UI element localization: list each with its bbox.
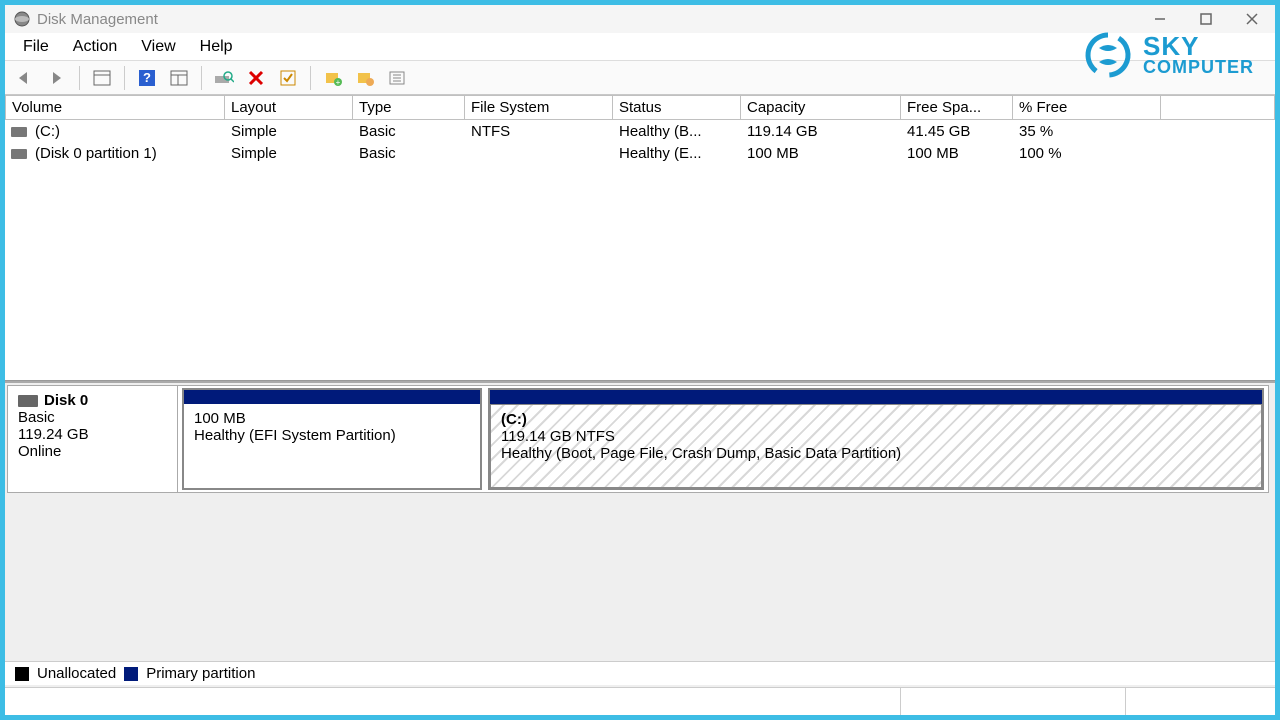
col-status[interactable]: Status xyxy=(613,95,741,120)
volume-header: Volume Layout Type File System Status Ca… xyxy=(5,95,1275,120)
drive-icon xyxy=(11,127,27,137)
volume-table: Volume Layout Type File System Status Ca… xyxy=(5,95,1275,381)
cell-type: Basic xyxy=(353,145,465,162)
disk-icon xyxy=(18,395,38,407)
menu-file[interactable]: File xyxy=(15,34,65,60)
disk-panel: Disk 0 Basic 119.24 GB Online 100 MB Hea… xyxy=(5,381,1275,715)
cell-capacity: 100 MB xyxy=(741,145,901,162)
cell-volume: (Disk 0 partition 1) xyxy=(35,145,157,162)
app-icon xyxy=(13,10,31,28)
col-empty[interactable] xyxy=(1161,95,1275,120)
col-volume[interactable]: Volume xyxy=(5,95,225,120)
close-button[interactable] xyxy=(1229,5,1275,33)
back-icon[interactable] xyxy=(11,64,39,92)
disk-row: Disk 0 Basic 119.24 GB Online 100 MB Hea… xyxy=(7,385,1269,493)
disk-label[interactable]: Disk 0 Basic 119.24 GB Online xyxy=(8,386,178,492)
disk-state: Online xyxy=(18,443,167,460)
col-filesystem[interactable]: File System xyxy=(465,95,613,120)
cell-status: Healthy (B... xyxy=(613,123,741,140)
svg-text:+: + xyxy=(336,78,341,86)
disk-size: 119.24 GB xyxy=(18,426,167,443)
disk-name: Disk 0 xyxy=(44,392,88,409)
properties-icon[interactable] xyxy=(274,64,302,92)
partition-header xyxy=(184,390,480,404)
partition-status: Healthy (Boot, Page File, Crash Dump, Ba… xyxy=(501,445,1251,462)
col-pctfree[interactable]: % Free xyxy=(1013,95,1161,120)
cell-pct: 100 % xyxy=(1013,145,1161,162)
cell-free: 41.45 GB xyxy=(901,123,1013,140)
cell-volume: (C:) xyxy=(35,123,60,140)
svg-text:?: ? xyxy=(143,70,151,85)
partition-size: 100 MB xyxy=(194,410,470,427)
titlebar: Disk Management xyxy=(5,5,1275,33)
partition-efi[interactable]: 100 MB Healthy (EFI System Partition) xyxy=(182,388,482,490)
drive-icon xyxy=(11,149,27,159)
cell-layout: Simple xyxy=(225,145,353,162)
minimize-button[interactable] xyxy=(1137,5,1183,33)
cell-type: Basic xyxy=(353,123,465,140)
cell-status: Healthy (E... xyxy=(613,145,741,162)
partition-size: 119.14 GB NTFS xyxy=(501,428,1251,445)
settings-icon[interactable] xyxy=(383,64,411,92)
legend-primary: Primary partition xyxy=(146,665,255,682)
help-icon[interactable]: ? xyxy=(133,64,161,92)
partition-title: (C:) xyxy=(501,411,527,428)
rescan-icon[interactable] xyxy=(210,64,238,92)
new-volume-icon[interactable]: + xyxy=(319,64,347,92)
logo-line1: SKY xyxy=(1143,34,1254,58)
brand-logo: SKY COMPUTER xyxy=(1083,30,1254,80)
cell-capacity: 119.14 GB xyxy=(741,123,901,140)
window-title: Disk Management xyxy=(37,11,158,28)
volume-body: (C:) Simple Basic NTFS Healthy (B... 119… xyxy=(5,120,1275,380)
extend-volume-icon[interactable] xyxy=(351,64,379,92)
legend-swatch-unallocated xyxy=(15,667,29,681)
table-row[interactable]: (C:) Simple Basic NTFS Healthy (B... 119… xyxy=(5,120,1275,142)
show-hide-icon[interactable] xyxy=(88,64,116,92)
refresh-icon[interactable] xyxy=(165,64,193,92)
maximize-button[interactable] xyxy=(1183,5,1229,33)
legend-unallocated: Unallocated xyxy=(37,665,116,682)
legend: Unallocated Primary partition xyxy=(5,661,1275,685)
forward-icon[interactable] xyxy=(43,64,71,92)
menu-view[interactable]: View xyxy=(133,34,191,60)
col-layout[interactable]: Layout xyxy=(225,95,353,120)
col-type[interactable]: Type xyxy=(353,95,465,120)
col-freespace[interactable]: Free Spa... xyxy=(901,95,1013,120)
cell-layout: Simple xyxy=(225,123,353,140)
partition-header xyxy=(490,390,1262,404)
legend-swatch-primary xyxy=(124,667,138,681)
cell-free: 100 MB xyxy=(901,145,1013,162)
partition-status: Healthy (EFI System Partition) xyxy=(194,427,470,444)
col-capacity[interactable]: Capacity xyxy=(741,95,901,120)
menu-help[interactable]: Help xyxy=(192,34,249,60)
disk-type: Basic xyxy=(18,409,167,426)
cell-fs: NTFS xyxy=(465,123,613,140)
statusbar xyxy=(5,687,1275,715)
logo-line2: COMPUTER xyxy=(1143,58,1254,76)
cell-pct: 35 % xyxy=(1013,123,1161,140)
table-row[interactable]: (Disk 0 partition 1) Simple Basic Health… xyxy=(5,142,1275,164)
partition-c[interactable]: (C:) 119.14 GB NTFS Healthy (Boot, Page … xyxy=(488,388,1264,490)
menu-action[interactable]: Action xyxy=(65,34,133,60)
delete-icon[interactable] xyxy=(242,64,270,92)
